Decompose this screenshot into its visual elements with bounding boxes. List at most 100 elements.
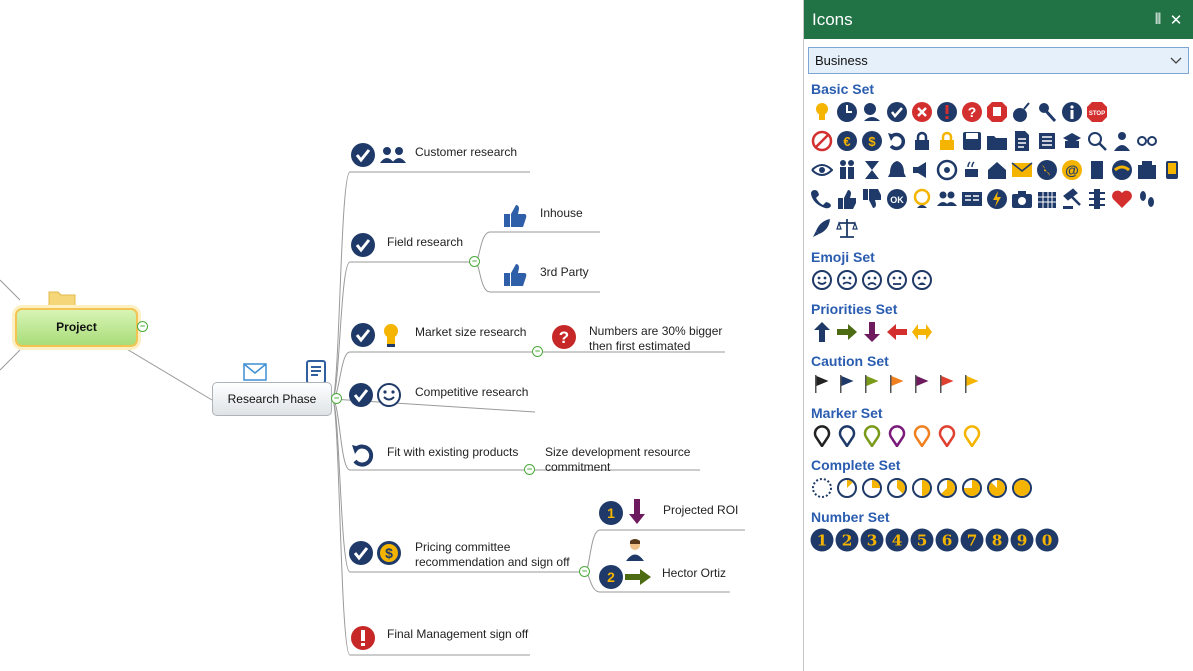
question-icon[interactable]: ? xyxy=(960,100,984,124)
number-3-icon[interactable]: 3 xyxy=(860,528,884,552)
complete-6-icon[interactable] xyxy=(960,476,984,500)
check-icon[interactable] xyxy=(885,100,909,124)
bell-icon[interactable] xyxy=(885,158,909,182)
marker-6-icon[interactable] xyxy=(935,424,959,448)
flag-6-icon[interactable] xyxy=(935,372,959,396)
confused-face-icon[interactable] xyxy=(835,268,859,292)
complete-7-icon[interactable] xyxy=(985,476,1009,500)
stop-hand-icon[interactable] xyxy=(985,100,1009,124)
topic-competitive-research[interactable]: Competitive research xyxy=(415,385,528,399)
marker-2-icon[interactable] xyxy=(835,424,859,448)
thumbs-down-icon[interactable] xyxy=(860,187,884,211)
collapse-button[interactable]: − xyxy=(331,393,342,404)
lightning-icon[interactable] xyxy=(985,187,1009,211)
lock-icon[interactable] xyxy=(910,129,934,153)
arrow-right-icon[interactable] xyxy=(835,320,859,344)
coffee-icon[interactable] xyxy=(960,158,984,182)
number-2-icon[interactable]: 2 xyxy=(835,528,859,552)
marker-3-icon[interactable] xyxy=(860,424,884,448)
collapse-button[interactable]: − xyxy=(532,346,543,357)
central-topic[interactable]: Project xyxy=(15,308,138,347)
glasses-icon[interactable] xyxy=(1135,129,1159,153)
prohibited-icon[interactable] xyxy=(810,129,834,153)
fax-icon[interactable] xyxy=(1135,158,1159,182)
topic-projected-roi[interactable]: Projected ROI xyxy=(663,503,738,517)
globe-icon[interactable] xyxy=(1035,158,1059,182)
pin-icon[interactable]: ⫴ xyxy=(1149,11,1167,28)
topic-inhouse[interactable]: Inhouse xyxy=(540,206,583,220)
idea-person-icon[interactable] xyxy=(910,187,934,211)
team-icon[interactable] xyxy=(835,158,859,182)
hourglass-icon[interactable] xyxy=(860,158,884,182)
sad-face-icon[interactable] xyxy=(860,268,884,292)
marker-4-icon[interactable] xyxy=(885,424,909,448)
traffic-light-icon[interactable] xyxy=(1085,187,1109,211)
folder-open-icon[interactable] xyxy=(985,129,1009,153)
search-person-icon[interactable] xyxy=(860,100,884,124)
info-icon[interactable] xyxy=(1060,100,1084,124)
number-1-icon[interactable]: 1 xyxy=(810,528,834,552)
number-5-icon[interactable]: 5 xyxy=(910,528,934,552)
undo-icon[interactable] xyxy=(885,129,909,153)
clock-icon[interactable] xyxy=(835,100,859,124)
group-icon[interactable] xyxy=(935,187,959,211)
arrow-down-icon[interactable] xyxy=(860,320,884,344)
save-icon[interactable] xyxy=(960,129,984,153)
card-icon[interactable] xyxy=(960,187,984,211)
marker-7-icon[interactable] xyxy=(960,424,984,448)
topic-field-research[interactable]: Field research xyxy=(387,235,463,249)
topic-hector-ortiz[interactable]: Hector Ortiz xyxy=(662,566,726,580)
cancel-icon[interactable] xyxy=(910,100,934,124)
complete-5-icon[interactable] xyxy=(935,476,959,500)
collapse-button[interactable]: − xyxy=(524,464,535,475)
gavel-icon[interactable] xyxy=(1060,187,1084,211)
number-6-icon[interactable]: 6 xyxy=(935,528,959,552)
smartphone-icon[interactable] xyxy=(1160,158,1184,182)
complete-8-icon[interactable] xyxy=(1010,476,1034,500)
arrow-left-right-icon[interactable] xyxy=(910,320,934,344)
close-icon[interactable]: ✕ xyxy=(1167,11,1185,29)
angry-face-icon[interactable] xyxy=(910,268,934,292)
number-7-icon[interactable]: 7 xyxy=(960,528,984,552)
notes-icon[interactable] xyxy=(306,360,326,384)
stop-sign-icon[interactable]: STOP xyxy=(1085,100,1109,124)
flag-1-icon[interactable] xyxy=(810,372,834,396)
scales-icon[interactable] xyxy=(835,216,859,240)
neutral-face-icon[interactable] xyxy=(885,268,909,292)
complete-3-icon[interactable] xyxy=(885,476,909,500)
mind-map-canvas[interactable]: Project − Research Phase − Customer rese… xyxy=(0,0,803,671)
complete-2-icon[interactable] xyxy=(860,476,884,500)
home-icon[interactable] xyxy=(985,158,1009,182)
topic-market-size-research[interactable]: Market size research xyxy=(415,325,526,339)
flag-4-icon[interactable] xyxy=(885,372,909,396)
camera-icon[interactable] xyxy=(1010,187,1034,211)
rocket-icon[interactable] xyxy=(810,216,834,240)
webcam-icon[interactable] xyxy=(935,158,959,182)
package-icon[interactable] xyxy=(1060,129,1084,153)
topic-numbers-note-line1[interactable]: Numbers are 30% bigger xyxy=(589,324,722,338)
marker-1-icon[interactable] xyxy=(810,424,834,448)
person-icon[interactable] xyxy=(1110,129,1134,153)
at-sign-icon[interactable]: @ xyxy=(1060,158,1084,182)
number-4-icon[interactable]: 4 xyxy=(885,528,909,552)
collapse-button[interactable]: − xyxy=(469,256,480,267)
number-8-icon[interactable]: 8 xyxy=(985,528,1009,552)
phone-icon[interactable] xyxy=(810,187,834,211)
mobile-icon[interactable] xyxy=(1085,158,1109,182)
number-9-icon[interactable]: 9 xyxy=(1010,528,1034,552)
megaphone-icon[interactable] xyxy=(910,158,934,182)
collapse-button[interactable]: − xyxy=(137,321,148,332)
topic-pricing-line1[interactable]: Pricing committee xyxy=(415,540,510,554)
arrow-left-icon[interactable] xyxy=(885,320,909,344)
number-0-icon[interactable]: 0 xyxy=(1035,528,1059,552)
heart-icon[interactable] xyxy=(1110,187,1134,211)
bomb-icon[interactable] xyxy=(1010,100,1034,124)
topic-fit-existing-products[interactable]: Fit with existing products xyxy=(387,445,518,459)
subtopic-research-phase[interactable]: Research Phase xyxy=(212,382,332,416)
magnifier-icon[interactable] xyxy=(1085,129,1109,153)
handshake-icon[interactable] xyxy=(1110,158,1134,182)
footprints-icon[interactable] xyxy=(1135,187,1159,211)
topic-final-management-signoff[interactable]: Final Management sign off xyxy=(387,627,528,641)
marker-5-icon[interactable] xyxy=(910,424,934,448)
exclamation-icon[interactable] xyxy=(935,100,959,124)
